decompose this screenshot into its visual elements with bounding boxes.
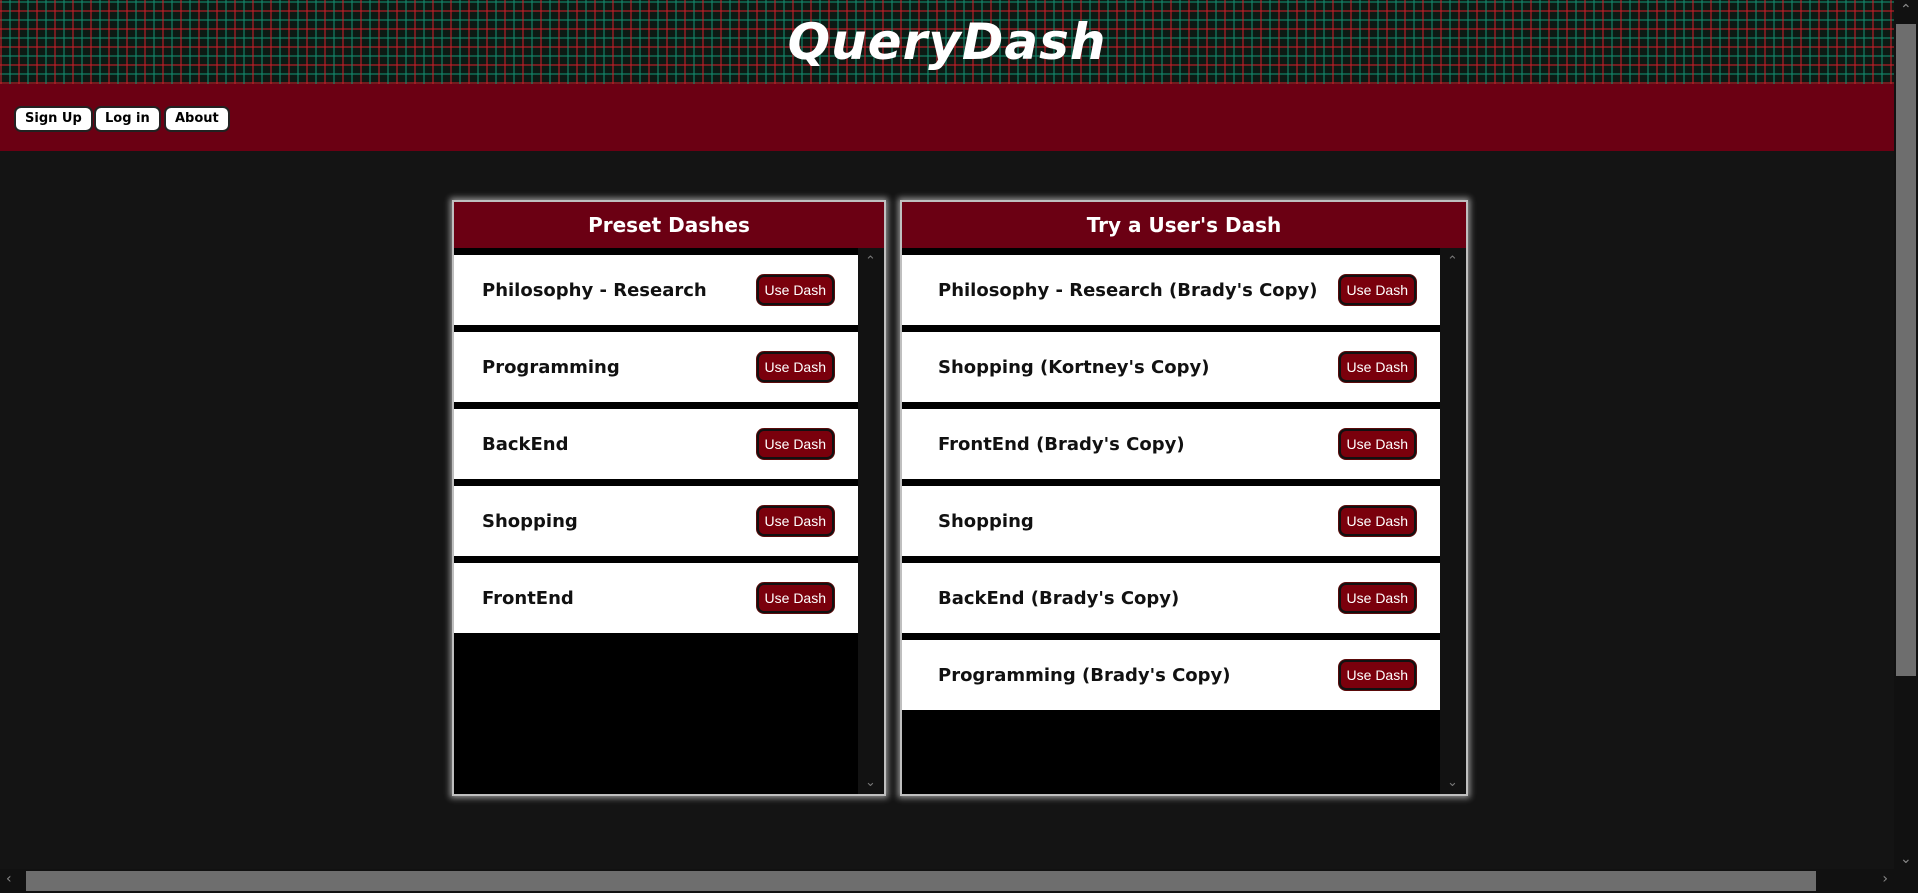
use-dash-button[interactable]: Use Dash bbox=[756, 583, 834, 613]
list-item: Philosophy - Research Use Dash bbox=[454, 255, 858, 325]
chevron-up-icon[interactable]: ⌃ bbox=[1447, 254, 1458, 269]
login-button[interactable]: Log in bbox=[94, 106, 161, 132]
horizontal-scroll-thumb[interactable] bbox=[26, 871, 1816, 891]
list-item: Shopping Use Dash bbox=[454, 486, 858, 556]
list-item: FrontEnd Use Dash bbox=[454, 563, 858, 633]
use-dash-button[interactable]: Use Dash bbox=[1338, 660, 1416, 690]
dash-name: Philosophy - Research bbox=[482, 279, 707, 301]
use-dash-button[interactable]: Use Dash bbox=[1338, 352, 1416, 382]
use-dash-button[interactable]: Use Dash bbox=[1338, 506, 1416, 536]
dash-name: Shopping bbox=[482, 510, 578, 532]
use-dash-button[interactable]: Use Dash bbox=[756, 275, 834, 305]
chevron-right-icon[interactable]: › bbox=[1882, 871, 1888, 887]
app-logo[interactable]: QueryDash bbox=[788, 13, 1107, 71]
list-item: Programming (Brady's Copy) Use Dash bbox=[902, 640, 1440, 710]
dash-name: Shopping (Kortney's Copy) bbox=[938, 356, 1210, 378]
chevron-up-icon[interactable]: ⌃ bbox=[865, 254, 876, 269]
list-item: FrontEnd (Brady's Copy) Use Dash bbox=[902, 409, 1440, 479]
preset-dashes-list: Philosophy - Research Use Dash Programmi… bbox=[454, 248, 858, 794]
list-item: Philosophy - Research (Brady's Copy) Use… bbox=[902, 255, 1440, 325]
dash-name: BackEnd bbox=[482, 433, 569, 455]
use-dash-button[interactable]: Use Dash bbox=[756, 429, 834, 459]
user-dashes-panel: Try a User's Dash Philosophy - Research … bbox=[900, 200, 1468, 796]
use-dash-button[interactable]: Use Dash bbox=[756, 352, 834, 382]
list-item: Programming Use Dash bbox=[454, 332, 858, 402]
user-dashes-list: Philosophy - Research (Brady's Copy) Use… bbox=[902, 248, 1440, 794]
chevron-up-icon[interactable]: ⌃ bbox=[1900, 2, 1912, 18]
page-vertical-scrollbar[interactable]: ⌃ ⌄ bbox=[1894, 0, 1918, 869]
page-horizontal-scrollbar[interactable]: ‹ › bbox=[0, 869, 1918, 893]
dash-name: Shopping bbox=[938, 510, 1034, 532]
dash-name: Programming (Brady's Copy) bbox=[938, 664, 1231, 686]
preset-dashes-title: Preset Dashes bbox=[454, 202, 884, 248]
chevron-down-icon[interactable]: ⌄ bbox=[1447, 775, 1458, 790]
preset-scrollbar[interactable]: ⌃ ⌄ bbox=[858, 248, 884, 794]
dash-name: BackEnd (Brady's Copy) bbox=[938, 587, 1180, 609]
use-dash-button[interactable]: Use Dash bbox=[1338, 275, 1416, 305]
chevron-left-icon[interactable]: ‹ bbox=[6, 871, 12, 887]
user-scrollbar[interactable]: ⌃ ⌄ bbox=[1440, 248, 1466, 794]
list-item: Shopping Use Dash bbox=[902, 486, 1440, 556]
preset-dashes-panel: Preset Dashes Philosophy - Research Use … bbox=[452, 200, 886, 796]
use-dash-button[interactable]: Use Dash bbox=[756, 506, 834, 536]
navbar: Sign Up Log in About bbox=[0, 84, 1894, 151]
user-dashes-title: Try a User's Dash bbox=[902, 202, 1466, 248]
about-button[interactable]: About bbox=[164, 106, 230, 132]
vertical-scroll-thumb[interactable] bbox=[1896, 24, 1916, 676]
dash-name: FrontEnd (Brady's Copy) bbox=[938, 433, 1185, 455]
signup-button[interactable]: Sign Up bbox=[14, 106, 93, 132]
list-item: BackEnd Use Dash bbox=[454, 409, 858, 479]
dash-name: FrontEnd bbox=[482, 587, 574, 609]
dash-name: Programming bbox=[482, 356, 620, 378]
chevron-down-icon[interactable]: ⌄ bbox=[1900, 851, 1912, 867]
use-dash-button[interactable]: Use Dash bbox=[1338, 583, 1416, 613]
list-item: BackEnd (Brady's Copy) Use Dash bbox=[902, 563, 1440, 633]
list-item: Shopping (Kortney's Copy) Use Dash bbox=[902, 332, 1440, 402]
use-dash-button[interactable]: Use Dash bbox=[1338, 429, 1416, 459]
chevron-down-icon[interactable]: ⌄ bbox=[865, 775, 876, 790]
dash-name: Philosophy - Research (Brady's Copy) bbox=[938, 279, 1318, 301]
header-banner: QueryDash bbox=[0, 0, 1894, 84]
